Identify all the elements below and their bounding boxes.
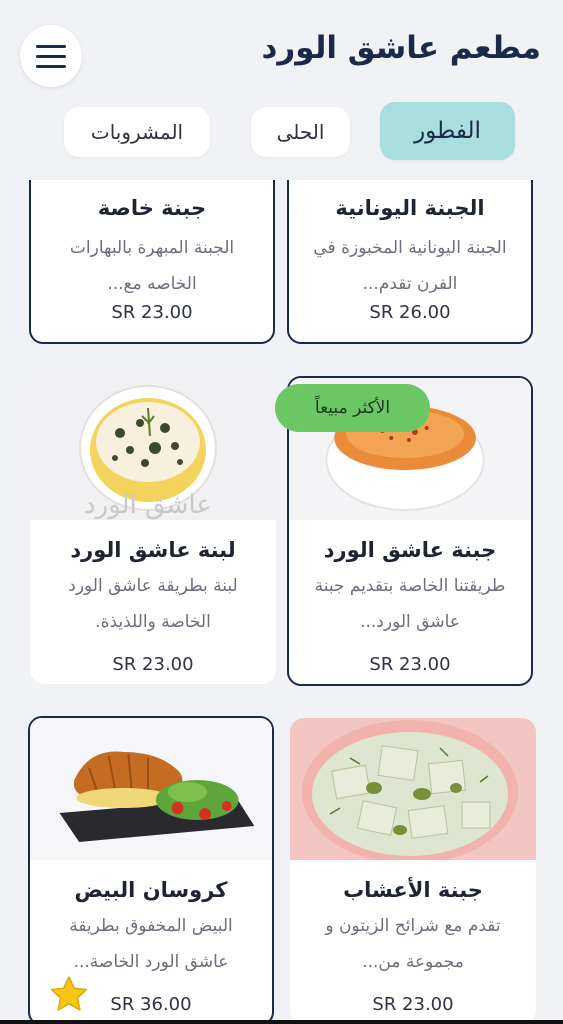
app-header: مطعم عاشق الورد bbox=[0, 0, 563, 100]
star-icon bbox=[50, 976, 88, 1012]
product-description: تقدم مع شرائح الزيتون و مجموعة من... bbox=[325, 916, 501, 972]
product-description: الجبنة اليونانية المخبوزة في الفرن تقدم.… bbox=[313, 238, 507, 294]
tab-drinks[interactable]: المشروبات bbox=[64, 107, 210, 157]
product-description: البيض المخفوق بطريقة عاشق الورد الخاصة..… bbox=[69, 916, 233, 972]
product-price: SR 26.00 bbox=[369, 302, 451, 323]
product-price: SR 23.00 bbox=[369, 654, 451, 675]
bestseller-badge: الأكثر مبيعاً bbox=[275, 384, 430, 432]
product-description: الجبنة المبهرة بالبهارات الخاصه مع... bbox=[69, 238, 235, 294]
product-card[interactable]: جبنة الأعشاب تقدم مع شرائح الزيتون و مجم… bbox=[290, 718, 536, 1024]
product-image bbox=[30, 718, 272, 860]
product-image: عاشق الورد bbox=[30, 378, 276, 520]
product-name: جبنة الأعشاب bbox=[343, 878, 483, 902]
product-description: طريقتنا الخاصة بتقديم جبنة عاشق الورد... bbox=[314, 576, 506, 632]
product-image bbox=[290, 718, 536, 860]
category-tabs: الفطور الحلى المشروبات bbox=[0, 100, 563, 164]
product-price: SR 23.00 bbox=[372, 994, 454, 1015]
bottom-edge bbox=[0, 1020, 563, 1024]
product-name: لبنة عاشق الورد bbox=[70, 538, 236, 562]
tab-breakfast[interactable]: الفطور bbox=[380, 102, 515, 160]
product-description: لبنة بطريقة عاشق الورد الخاصة واللذيذة. bbox=[68, 576, 238, 632]
product-price: SR 23.00 bbox=[112, 654, 194, 675]
product-name: جبنة عاشق الورد bbox=[323, 538, 497, 562]
product-name: الجبنة اليونانية bbox=[335, 196, 485, 220]
product-card[interactable]: عاشق الورد لبنة عاشق الورد لبنة بطريقة ع… bbox=[30, 378, 276, 684]
product-card[interactable]: جبنة خاصة الجبنة المبهرة بالبهارات الخاص… bbox=[29, 180, 275, 344]
product-name: جبنة خاصة bbox=[97, 196, 207, 220]
product-name: كروسان البيض bbox=[74, 878, 228, 902]
product-price: SR 23.00 bbox=[111, 302, 193, 323]
image-watermark: عاشق الورد bbox=[84, 490, 212, 520]
product-card[interactable]: الجبنة اليونانية الجبنة اليونانية المخبو… bbox=[287, 180, 533, 344]
product-grid: جبنة خاصة الجبنة المبهرة بالبهارات الخاص… bbox=[0, 180, 563, 1024]
menu-button[interactable] bbox=[20, 25, 82, 87]
tab-desserts[interactable]: الحلى bbox=[251, 107, 350, 157]
page-title: مطعم عاشق الورد bbox=[261, 30, 541, 66]
